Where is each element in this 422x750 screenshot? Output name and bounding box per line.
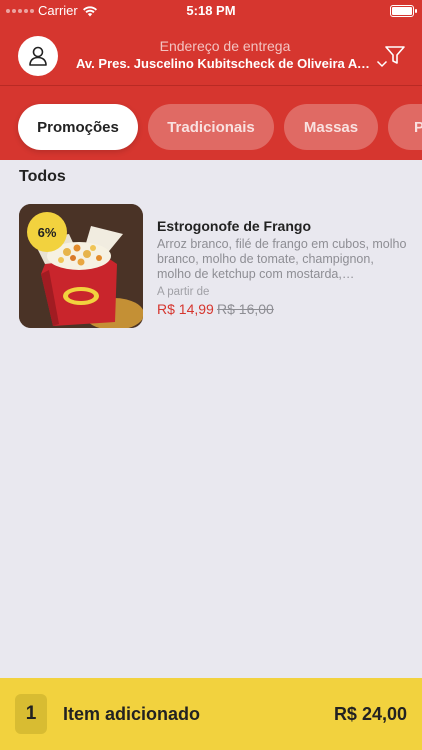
profile-button[interactable] [18, 36, 58, 76]
category-tabs: Promoções Tradicionais Massas P [0, 86, 422, 160]
tab-partial[interactable]: P [388, 104, 422, 150]
tab-promocoes[interactable]: Promoções [18, 104, 138, 150]
status-time: 5:18 PM [186, 3, 236, 18]
product-price: R$ 14,99 [157, 301, 214, 317]
delivery-address-value: Av. Pres. Juscelino Kubitscheck de Olive… [76, 56, 372, 71]
tab-tradicionais[interactable]: Tradicionais [148, 104, 274, 150]
cart-quantity-badge: 1 [15, 694, 47, 734]
discount-badge: 6% [27, 212, 67, 252]
delivery-address-selector[interactable]: Av. Pres. Juscelino Kubitscheck de Olive… [72, 56, 392, 71]
price-from-label: A partir de [157, 286, 210, 298]
user-icon [29, 46, 47, 66]
cart-total: R$ 24,00 [333, 704, 407, 724]
product-old-price: R$ 16,00 [217, 301, 274, 317]
product-name: Estrogonofe de Frango [157, 218, 311, 234]
delivery-address-label: Endereço de entrega [159, 38, 291, 54]
filter-button[interactable] [384, 44, 406, 71]
cart-label: Item adicionado [63, 704, 201, 724]
section-title: Todos [19, 168, 66, 185]
filter-icon [385, 46, 405, 64]
tab-massas[interactable]: Massas [284, 104, 378, 150]
cart-bar[interactable]: 1 Item adicionado R$ 24,00 [0, 678, 422, 750]
product-description: Arroz branco, filé de frango em cubos, m… [157, 237, 407, 281]
battery-icon [390, 5, 417, 17]
app-header: Endereço de entrega Av. Pres. Juscelino … [0, 22, 422, 86]
status-bar: Carrier 5:18 PM [0, 0, 422, 22]
